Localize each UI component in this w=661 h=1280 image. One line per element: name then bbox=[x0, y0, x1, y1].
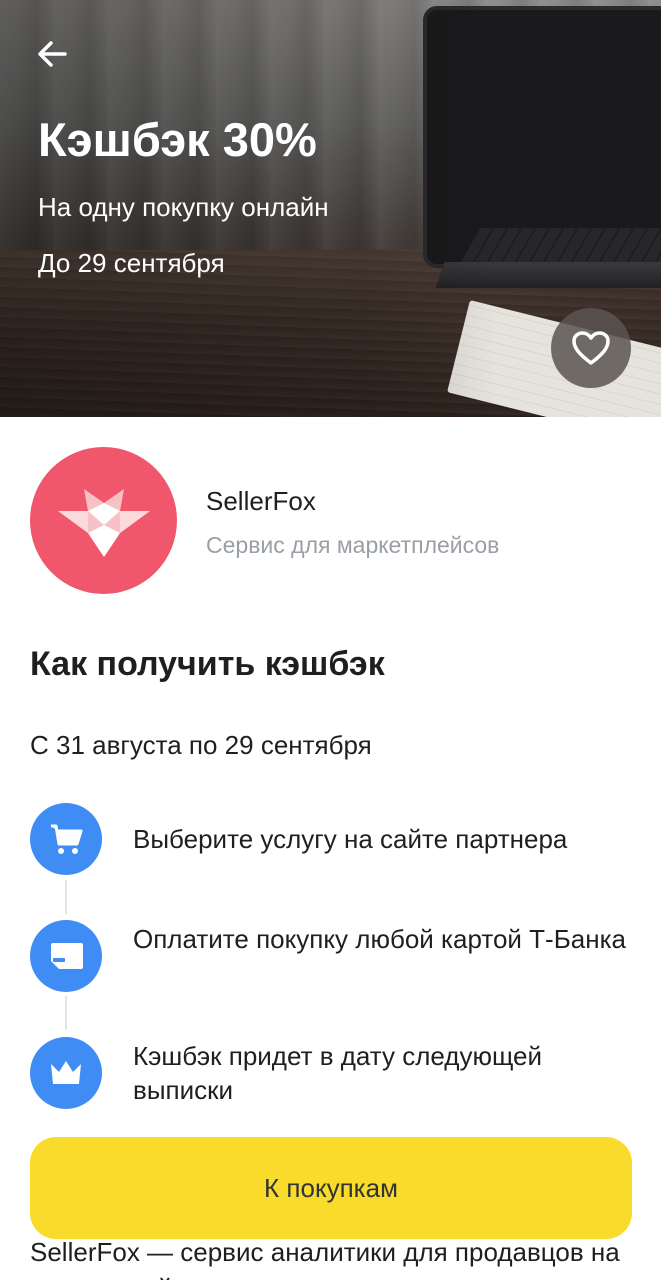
hero-title: Кэшбэк 30% bbox=[38, 113, 317, 166]
arrow-left-icon bbox=[38, 41, 67, 67]
hero-deadline: До 29 сентября bbox=[38, 248, 225, 278]
partner-about-text: SellerFox — сервис аналитики для продавц… bbox=[30, 1237, 620, 1280]
step-text: Выберите услугу на сайте партнера bbox=[133, 824, 568, 854]
step-text: Кэшбэк придет в дату следующей выписки bbox=[133, 1041, 543, 1105]
heart-outline-icon bbox=[572, 331, 610, 365]
go-shopping-button[interactable]: К покупкам bbox=[30, 1137, 632, 1239]
step-icon bbox=[30, 803, 102, 875]
hero-banner: Кэшбэк 30% На одну покупку онлайн До 29 … bbox=[0, 0, 661, 417]
fox-logo-icon bbox=[57, 488, 150, 557]
partner-name: SellerFox bbox=[206, 486, 316, 516]
partner-description: Сервис для маркетплейсов bbox=[206, 532, 500, 558]
crown-icon bbox=[51, 1061, 81, 1084]
step-connector bbox=[65, 880, 67, 914]
hero-subtitle: На одну покупку онлайн bbox=[38, 192, 329, 222]
step-icon bbox=[30, 920, 102, 992]
favorite-button[interactable] bbox=[551, 308, 631, 388]
partner-logo bbox=[30, 447, 177, 594]
back-button[interactable] bbox=[30, 32, 74, 76]
cart-icon bbox=[51, 824, 83, 854]
step-connector bbox=[65, 996, 67, 1030]
step-icon bbox=[30, 1037, 102, 1109]
card-icon bbox=[51, 943, 83, 969]
step-text: Оплатите покупку любой картой Т-Банка bbox=[133, 924, 626, 954]
section-title: Как получить кэшбэк bbox=[30, 645, 385, 683]
promo-period: С 31 августа по 29 сентября bbox=[30, 730, 372, 760]
